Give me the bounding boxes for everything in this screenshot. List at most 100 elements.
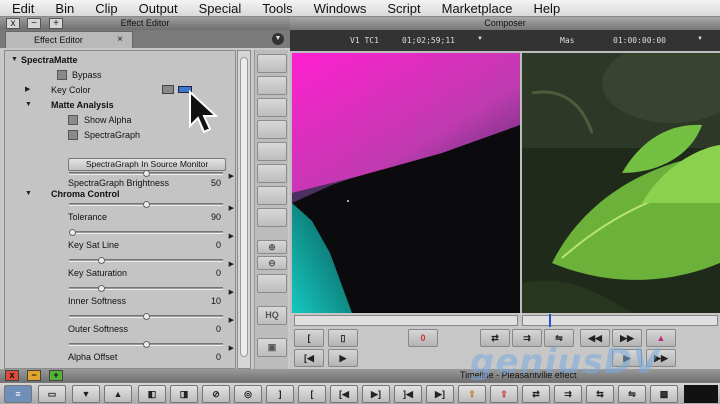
param-value[interactable]: 90 — [211, 210, 221, 224]
menu-edit[interactable]: Edit — [0, 0, 43, 17]
outer-softness-slider[interactable] — [69, 313, 223, 320]
clear-marks-button[interactable]: 0 — [408, 329, 438, 347]
effect-header-spectramatte[interactable]: ▼ SpectraMatte — [5, 53, 237, 67]
minimize-window-button[interactable]: − — [27, 18, 41, 29]
param-value[interactable]: 0 — [216, 238, 221, 252]
segment-icon[interactable]: ◧ — [138, 385, 166, 403]
tolerance-slider[interactable] — [69, 201, 223, 208]
step-forward-button[interactable]: ▶▶ — [612, 329, 642, 347]
tool-button[interactable] — [257, 208, 287, 227]
tool-button[interactable] — [257, 142, 287, 161]
add-edit-icon[interactable]: ▲ — [646, 329, 676, 347]
param-expand-icon[interactable]: ▶ — [229, 230, 234, 244]
spectragraph-brightness-slider[interactable] — [69, 170, 223, 177]
param-expand-icon[interactable]: ▶ — [229, 202, 234, 216]
menu-marketplace[interactable]: Marketplace — [430, 0, 522, 17]
clear-icon[interactable]: ⊘ — [202, 385, 230, 403]
record-position-bar[interactable] — [522, 314, 718, 327]
play-to-mark-button[interactable]: ▯ — [328, 329, 358, 347]
lift-edit-icon[interactable]: ⇪ — [458, 385, 486, 403]
bypass-checkbox[interactable] — [57, 70, 67, 80]
chevron-down-icon[interactable]: ▼ — [477, 36, 483, 42]
show-alpha-checkbox[interactable] — [68, 115, 78, 125]
previous-edit-button[interactable]: [◀ — [294, 349, 324, 367]
tool-button[interactable] — [257, 274, 287, 293]
record-timecode[interactable]: 01:00:00:00 — [613, 33, 666, 48]
param-value[interactable]: 0 — [216, 350, 221, 364]
menu-windows[interactable]: Windows — [302, 0, 376, 17]
overwrite-edit-icon[interactable]: ⇉ — [554, 385, 582, 403]
menu-special[interactable]: Special — [187, 0, 251, 17]
tool-button[interactable] — [257, 186, 287, 205]
tool-button[interactable] — [257, 54, 287, 73]
trim-out-icon[interactable]: ]◀ — [394, 385, 422, 403]
mark-in-icon[interactable]: [ — [298, 385, 326, 403]
play-button[interactable]: ▶ — [328, 349, 358, 367]
expand-triangle-icon[interactable]: ▼ — [25, 187, 32, 201]
extend-icon[interactable]: ▶] — [426, 385, 454, 403]
color-picker-icon[interactable] — [162, 85, 174, 94]
effect-icon[interactable]: ▩ — [650, 385, 678, 403]
timeline-minimize-button[interactable]: − — [27, 370, 41, 381]
next-edit-button[interactable]: ▶ — [612, 349, 642, 367]
slider-knob[interactable] — [98, 285, 105, 292]
record-track-label[interactable]: Mas — [560, 33, 574, 48]
source-track-label[interactable]: V1 TC1 — [350, 33, 379, 48]
tool-button[interactable] — [257, 164, 287, 183]
effect-editor-scrollbar[interactable] — [237, 50, 251, 369]
zoom-in-icon[interactable]: ⊕ — [257, 240, 287, 254]
param-expand-icon[interactable]: ▶ — [229, 314, 234, 328]
tab-close-button[interactable]: × — [117, 32, 123, 48]
zoom-out-icon[interactable]: ⊖ — [257, 256, 287, 270]
record-monitor[interactable] — [522, 53, 720, 313]
collapse-triangle-icon[interactable]: ▶ — [25, 83, 30, 97]
go-to-out-button[interactable]: ▶▶ — [646, 349, 676, 367]
slider-knob[interactable] — [143, 313, 150, 320]
new-window-button[interactable]: + — [49, 18, 63, 29]
chroma-control-group[interactable]: ▼ Chroma Control — [5, 187, 237, 201]
step-back-button[interactable]: ◀◀ — [580, 329, 610, 347]
lower-track-icon[interactable]: ▼ — [72, 385, 100, 403]
segment-alt-icon[interactable]: ◨ — [170, 385, 198, 403]
menu-script[interactable]: Script — [375, 0, 429, 17]
lift-icon[interactable]: ⇋ — [544, 329, 574, 347]
slider-knob[interactable] — [143, 341, 150, 348]
overwrite-icon[interactable]: ⇉ — [512, 329, 542, 347]
key-sat-line-slider[interactable] — [69, 229, 223, 236]
trim-right-icon[interactable]: ▶] — [362, 385, 390, 403]
source-timecode[interactable]: 01;02;59;11 — [402, 33, 455, 48]
mark-in-button[interactable]: [ — [294, 329, 324, 347]
slider-knob[interactable] — [143, 201, 150, 208]
position-indicator[interactable] — [549, 314, 551, 327]
param-expand-icon[interactable]: ▶ — [229, 258, 234, 272]
timeline-add-button[interactable]: + — [49, 370, 63, 381]
expand-triangle-icon[interactable]: ▼ — [25, 98, 32, 112]
timeline-close-button[interactable]: x — [5, 370, 19, 381]
tool-button[interactable] — [257, 120, 287, 139]
slide-icon[interactable]: ⇋ — [618, 385, 646, 403]
splice-edit-icon[interactable]: ⇄ — [522, 385, 550, 403]
alpha-offset-slider[interactable] — [69, 341, 223, 348]
key-saturation-slider[interactable] — [69, 257, 223, 264]
hq-button[interactable]: HQ — [257, 306, 287, 325]
timeline-settings-icon[interactable]: ≡ — [4, 385, 32, 403]
render-icon[interactable]: ▣ — [257, 338, 287, 357]
trim-left-icon[interactable]: [◀ — [330, 385, 358, 403]
param-expand-icon[interactable]: ▶ — [229, 342, 234, 356]
menu-output[interactable]: Output — [127, 0, 187, 17]
menu-bin[interactable]: Bin — [43, 0, 83, 17]
timeline-titlebar[interactable]: x − + Timeline - Pleasantville effect — [0, 369, 720, 382]
raise-track-icon[interactable]: ▲ — [104, 385, 132, 403]
inner-softness-slider[interactable] — [69, 285, 223, 292]
expand-triangle-icon[interactable]: ▼ — [11, 53, 18, 67]
menu-clip[interactable]: Clip — [83, 0, 126, 17]
param-value[interactable]: 10 — [211, 294, 221, 308]
tool-button[interactable] — [257, 98, 287, 117]
close-window-button[interactable]: x — [6, 18, 20, 29]
fast-menu-button[interactable]: ▼ — [272, 33, 284, 45]
menu-help[interactable]: Help — [521, 0, 569, 17]
source-monitor[interactable] — [292, 53, 520, 313]
param-expand-icon[interactable]: ▶ — [229, 286, 234, 300]
toggle-monitor-icon[interactable]: ▭ — [38, 385, 66, 403]
tool-button[interactable] — [257, 76, 287, 95]
